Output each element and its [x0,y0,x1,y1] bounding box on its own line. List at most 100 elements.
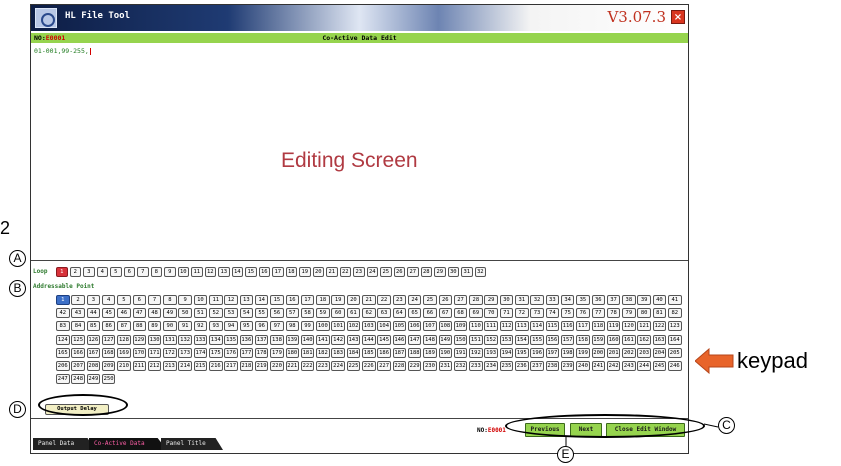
addressable-point-key-112[interactable]: 112 [499,321,514,332]
loop-key-17[interactable]: 17 [272,267,284,277]
addressable-point-key-89[interactable]: 89 [147,321,162,332]
addressable-point-key-181[interactable]: 181 [300,347,315,358]
addressable-point-key-5[interactable]: 5 [117,295,131,305]
addressable-point-key-149[interactable]: 149 [438,334,452,345]
addressable-point-key-9[interactable]: 9 [178,295,192,305]
addressable-point-key-121[interactable]: 121 [637,321,651,332]
addressable-point-key-184[interactable]: 184 [346,347,361,358]
addressable-point-key-249[interactable]: 249 [86,374,101,385]
addressable-point-key-122[interactable]: 122 [652,321,667,332]
loop-key-5[interactable]: 5 [110,267,122,277]
addressable-point-key-51[interactable]: 51 [193,308,208,319]
addressable-point-key-77[interactable]: 77 [591,308,605,319]
addressable-point-key-185[interactable]: 185 [362,347,376,358]
addressable-point-key-234[interactable]: 234 [484,361,498,371]
addressable-point-key-110[interactable]: 110 [469,321,483,332]
addressable-point-key-41[interactable]: 41 [668,295,682,305]
addressable-point-key-187[interactable]: 187 [392,347,407,358]
addressable-point-key-124[interactable]: 124 [56,334,70,345]
addressable-point-key-74[interactable]: 74 [545,308,560,319]
addressable-point-key-102[interactable]: 102 [346,321,361,332]
loop-key-31[interactable]: 31 [461,267,473,277]
addressable-point-key-155[interactable]: 155 [530,334,544,345]
addressable-point-key-113[interactable]: 113 [515,321,529,332]
addressable-point-key-22[interactable]: 22 [377,295,391,305]
addressable-point-key-34[interactable]: 34 [560,295,575,305]
addressable-point-key-71[interactable]: 71 [499,308,514,319]
addressable-point-key-139[interactable]: 139 [285,334,299,345]
addressable-point-key-227[interactable]: 227 [377,361,391,371]
addressable-point-key-135[interactable]: 135 [224,334,238,345]
addressable-point-key-52[interactable]: 52 [209,308,223,319]
addressable-point-key-226[interactable]: 226 [362,361,376,371]
addressable-point-key-128[interactable]: 128 [117,334,131,345]
addressable-point-key-119[interactable]: 119 [606,321,621,332]
addressable-point-key-94[interactable]: 94 [224,321,238,332]
addressable-point-key-250[interactable]: 250 [101,374,116,385]
addressable-point-key-18[interactable]: 18 [316,295,330,305]
addressable-point-key-76[interactable]: 76 [576,308,590,319]
addressable-point-key-153[interactable]: 153 [499,334,514,345]
addressable-point-key-230[interactable]: 230 [423,361,437,371]
addressable-point-key-225[interactable]: 225 [346,361,361,371]
loop-key-22[interactable]: 22 [339,267,351,277]
addressable-point-key-120[interactable]: 120 [622,321,636,332]
addressable-point-key-206[interactable]: 206 [56,361,70,371]
addressable-point-key-56[interactable]: 56 [270,308,284,319]
addressable-point-key-218[interactable]: 218 [239,361,254,371]
addressable-point-key-6[interactable]: 6 [132,295,146,305]
addressable-point-key-21[interactable]: 21 [362,295,376,305]
addressable-point-key-157[interactable]: 157 [560,334,575,345]
addressable-point-key-50[interactable]: 50 [178,308,192,319]
loop-key-23[interactable]: 23 [353,267,365,277]
addressable-point-key-180[interactable]: 180 [285,347,299,358]
addressable-point-key-140[interactable]: 140 [300,334,315,345]
addressable-point-key-23[interactable]: 23 [392,295,407,305]
addressable-point-key-144[interactable]: 144 [362,334,376,345]
loop-key-15[interactable]: 15 [245,267,257,277]
addressable-point-key-38[interactable]: 38 [622,295,636,305]
addressable-point-key-40[interactable]: 40 [652,295,667,305]
addressable-point-key-126[interactable]: 126 [86,334,101,345]
addressable-point-key-152[interactable]: 152 [484,334,498,345]
addressable-point-key-136[interactable]: 136 [239,334,254,345]
loop-key-2[interactable]: 2 [69,267,81,277]
addressable-point-key-170[interactable]: 170 [132,347,146,358]
addressable-point-key-43[interactable]: 43 [71,308,85,319]
addressable-point-key-130[interactable]: 130 [147,334,162,345]
addressable-point-key-205[interactable]: 205 [668,347,682,358]
loop-key-21[interactable]: 21 [326,267,338,277]
loop-key-6[interactable]: 6 [123,267,135,277]
addressable-point-key-133[interactable]: 133 [193,334,208,345]
addressable-point-key-224[interactable]: 224 [331,361,345,371]
addressable-point-key-186[interactable]: 186 [377,347,391,358]
addressable-point-key-87[interactable]: 87 [117,321,131,332]
addressable-point-key-173[interactable]: 173 [178,347,192,358]
addressable-point-key-209[interactable]: 209 [101,361,116,371]
addressable-point-key-248[interactable]: 248 [71,374,85,385]
addressable-point-key-106[interactable]: 106 [407,321,422,332]
addressable-point-key-67[interactable]: 67 [438,308,452,319]
loop-key-10[interactable]: 10 [177,267,189,277]
addressable-point-key-118[interactable]: 118 [591,321,605,332]
addressable-point-key-235[interactable]: 235 [499,361,514,371]
addressable-point-key-101[interactable]: 101 [331,321,345,332]
addressable-point-key-212[interactable]: 212 [147,361,162,371]
addressable-point-key-243[interactable]: 243 [622,361,636,371]
addressable-point-key-104[interactable]: 104 [377,321,391,332]
addressable-point-key-132[interactable]: 132 [178,334,192,345]
addressable-point-key-129[interactable]: 129 [132,334,146,345]
addressable-point-key-194[interactable]: 194 [499,347,514,358]
loop-key-19[interactable]: 19 [299,267,311,277]
loop-key-13[interactable]: 13 [218,267,230,277]
addressable-point-key-70[interactable]: 70 [484,308,498,319]
addressable-point-key-17[interactable]: 17 [300,295,315,305]
addressable-point-key-179[interactable]: 179 [270,347,284,358]
addressable-point-key-66[interactable]: 66 [423,308,437,319]
addressable-point-key-55[interactable]: 55 [254,308,269,319]
addressable-point-key-29[interactable]: 29 [484,295,498,305]
addressable-point-key-192[interactable]: 192 [469,347,483,358]
addressable-point-key-4[interactable]: 4 [101,295,116,305]
addressable-point-key-2[interactable]: 2 [71,295,85,305]
addressable-point-key-238[interactable]: 238 [545,361,560,371]
